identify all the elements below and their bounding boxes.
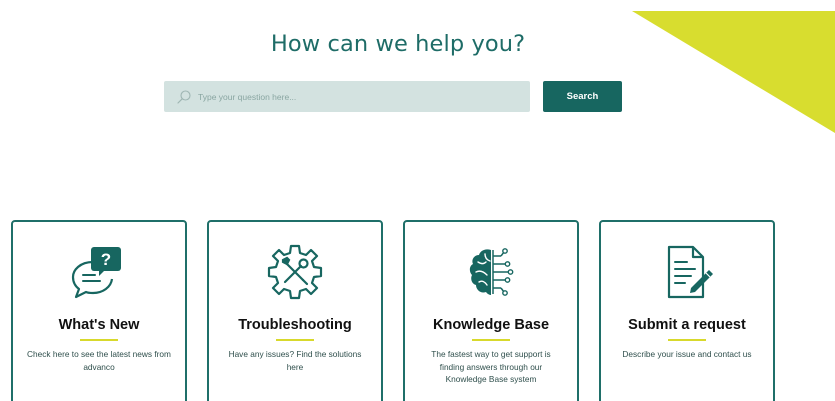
- card-title: Troubleshooting: [238, 317, 352, 333]
- card-title: Knowledge Base: [432, 317, 550, 333]
- document-pen-icon: [657, 242, 717, 302]
- chat-question-icon: ?: [69, 242, 129, 302]
- gear-tools-icon: [265, 242, 325, 302]
- card-description: Describe your issue and contact us: [622, 349, 752, 359]
- search-button[interactable]: Search: [543, 81, 622, 112]
- card-title: What's New: [58, 317, 140, 333]
- card-title-underline: [80, 339, 118, 341]
- search-icon: [176, 89, 192, 105]
- card-title: Submit a request: [628, 317, 746, 333]
- brain-circuit-icon: [461, 242, 521, 302]
- card-description: Check here to see the latest news from a…: [27, 349, 171, 372]
- card-description: The fastest way to get support is findin…: [431, 349, 551, 384]
- svg-text:?: ?: [101, 250, 111, 269]
- card-troubleshooting[interactable]: Troubleshooting Have any issues? Find th…: [207, 220, 383, 401]
- card-whats-new[interactable]: ? What's New Check here to see the lates…: [11, 220, 187, 401]
- card-submit-request[interactable]: Submit a request Describe your issue and…: [599, 220, 775, 401]
- card-title-underline: [472, 339, 510, 341]
- card-title-underline: [668, 339, 706, 341]
- search-bar: [164, 81, 530, 112]
- card-knowledge-base[interactable]: Knowledge Base The fastest way to get su…: [403, 220, 579, 401]
- search-input[interactable]: [198, 81, 530, 112]
- card-description: Have any issues? Find the solutions here: [228, 349, 362, 372]
- card-title-underline: [276, 339, 314, 341]
- page-title: How can we help you?: [270, 31, 526, 57]
